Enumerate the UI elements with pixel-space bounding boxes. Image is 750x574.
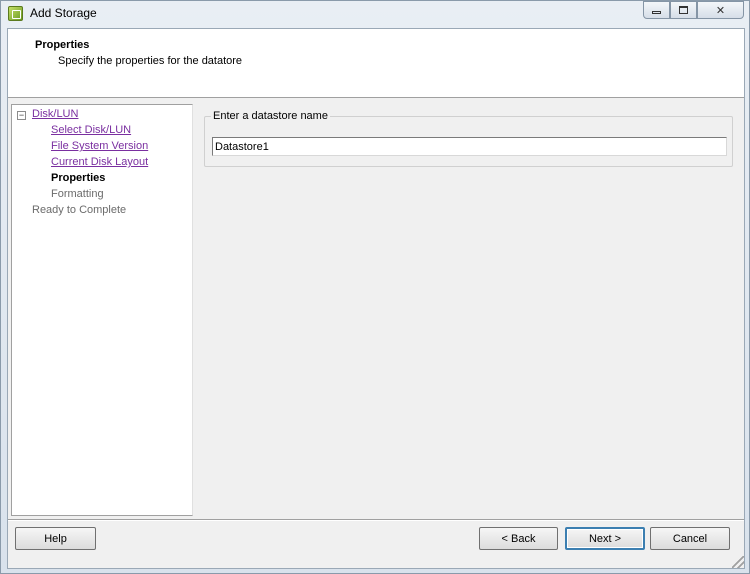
cancel-button[interactable]: Cancel (650, 527, 730, 550)
page-title: Properties (35, 39, 90, 51)
window-title: Add Storage (30, 6, 97, 20)
step-select-disk-lun[interactable]: Select Disk/LUN (51, 124, 131, 136)
datastore-name-input[interactable] (212, 137, 727, 156)
minimize-button[interactable] (643, 1, 670, 19)
collapse-icon[interactable]: − (17, 111, 26, 120)
step-formatting: Formatting (51, 188, 104, 200)
wizard-steps-panel: − Disk/LUN Select Disk/LUN File System V… (11, 104, 193, 516)
title-bar[interactable]: Add Storage ✕ (1, 1, 749, 27)
minimize-icon (652, 10, 661, 14)
wizard-header: Properties Specify the properties for th… (8, 29, 744, 98)
storage-wizard-icon (8, 6, 23, 21)
resize-grip-icon[interactable] (732, 556, 744, 568)
step-disk-lun[interactable]: Disk/LUN (32, 108, 78, 120)
page-subtitle: Specify the properties for the datatore (58, 55, 243, 67)
close-icon: ✕ (715, 4, 726, 17)
back-button[interactable]: < Back (479, 527, 558, 550)
wizard-client-area: Properties Specify the properties for th… (7, 28, 745, 569)
help-button[interactable]: Help (15, 527, 96, 550)
step-ready-to-complete: Ready to Complete (32, 204, 127, 216)
close-button[interactable]: ✕ (697, 1, 744, 19)
add-storage-window: Add Storage ✕ Properties Specify the pro… (0, 0, 750, 574)
step-properties: Properties (51, 172, 106, 184)
maximize-icon (679, 6, 688, 14)
step-current-disk-layout[interactable]: Current Disk Layout (51, 156, 148, 168)
next-button[interactable]: Next > (565, 527, 645, 550)
maximize-button[interactable] (670, 1, 697, 19)
footer-divider (8, 519, 744, 521)
wizard-content-panel: Enter a datastore name (194, 104, 743, 516)
datastore-name-label: Enter a datastore name (211, 110, 330, 122)
step-file-system-version[interactable]: File System Version (51, 140, 148, 152)
datastore-name-group: Enter a datastore name (204, 110, 733, 167)
